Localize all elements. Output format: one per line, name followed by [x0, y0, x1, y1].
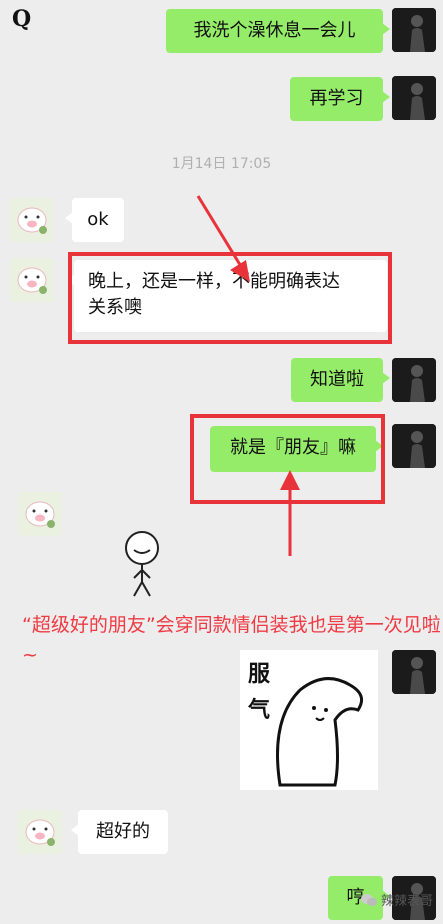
- sticker-text: 服: [248, 662, 271, 687]
- stick-figure-sticker[interactable]: [112, 528, 172, 598]
- app-logo: Q: [12, 6, 32, 32]
- sent-message[interactable]: 再学习: [290, 77, 390, 121]
- person-silhouette-icon: [392, 358, 436, 402]
- message-text: 我洗个澡休息一会儿: [193, 20, 356, 41]
- contact-avatar[interactable]: [18, 492, 62, 536]
- person-silhouette-icon: [392, 76, 436, 120]
- person-silhouette-icon: [392, 650, 436, 694]
- arrow-down-icon: [196, 195, 250, 282]
- wechat-logo-icon: [360, 893, 377, 906]
- message-text: 超好的: [96, 821, 150, 842]
- contact-avatar[interactable]: [10, 198, 54, 242]
- person-silhouette-icon: [392, 424, 436, 468]
- contact-avatar[interactable]: [10, 258, 54, 302]
- my-avatar[interactable]: [392, 8, 436, 52]
- my-avatar[interactable]: [392, 358, 436, 402]
- watermark: 辣辣表哥: [360, 890, 433, 909]
- my-avatar[interactable]: [392, 650, 436, 694]
- pig-avatar-icon: [10, 258, 54, 302]
- annotation-caption: “超级好的朋友”会穿同款情侣装我也是第一次见啦~: [22, 614, 441, 666]
- sent-message[interactable]: 我洗个澡休息一会儿: [166, 9, 390, 53]
- message-text: 再学习: [309, 88, 364, 109]
- person-silhouette-icon: [392, 8, 436, 52]
- sent-message[interactable]: 知道啦: [291, 358, 390, 402]
- contact-avatar[interactable]: [18, 810, 62, 854]
- my-avatar[interactable]: [392, 424, 436, 468]
- pig-avatar-icon: [10, 198, 54, 242]
- received-message[interactable]: 超好的: [71, 810, 168, 854]
- received-message[interactable]: ok: [65, 198, 124, 242]
- sticker-text: 气: [248, 698, 271, 723]
- watermark-text: 辣辣表哥: [380, 894, 433, 909]
- arrow-up-icon: [280, 470, 300, 556]
- message-text: 知道啦: [310, 369, 364, 390]
- my-avatar[interactable]: [392, 76, 436, 120]
- sticker-message[interactable]: 服 气: [240, 650, 378, 790]
- pig-avatar-icon: [18, 810, 62, 854]
- pig-avatar-icon: [18, 492, 62, 536]
- chat-timestamp: 1月14日 17:05: [171, 156, 272, 172]
- message-text: ok: [87, 209, 109, 230]
